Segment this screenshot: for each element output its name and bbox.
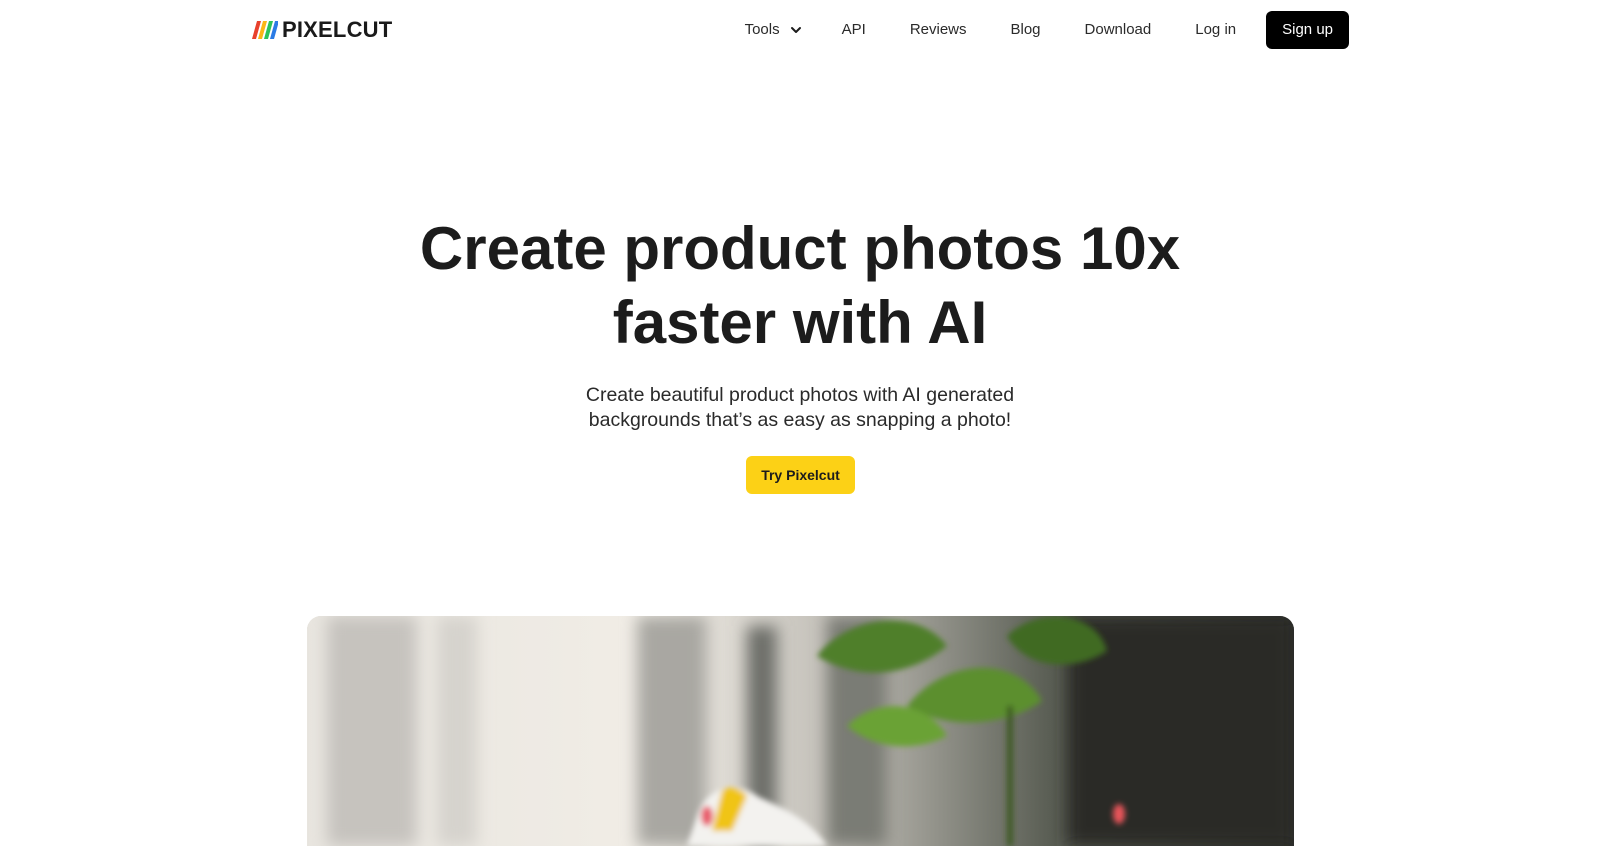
hero-product-video[interactable]: [307, 616, 1294, 846]
pixelcut-logo-icon: [252, 21, 278, 39]
try-pixelcut-button[interactable]: Try Pixelcut: [746, 456, 855, 494]
nav-tools-label: Tools: [744, 21, 780, 38]
nav-reviews-link[interactable]: Reviews: [888, 11, 989, 49]
hero-title-line2: faster with AI: [612, 289, 988, 356]
top-navigation: PIXELCUT Tools API Reviews Blog Download…: [0, 0, 1600, 60]
chevron-down-icon: [790, 27, 801, 33]
hero-title-line1: Create product photos 10x: [419, 215, 1181, 282]
brand-name: PIXELCUT: [282, 17, 393, 42]
hero-subtitle-line1: Create beautiful product photos with AI …: [585, 384, 1015, 406]
product-photo-image: [307, 616, 1294, 846]
brand-logo[interactable]: PIXELCUT: [252, 18, 392, 42]
hero-subtitle: Create beautiful product photos with AI …: [550, 383, 1050, 433]
hero-title: Create product photos 10x faster with AI: [300, 212, 1300, 360]
nav-menu: Tools API Reviews Blog Download Log in S…: [723, 11, 1349, 49]
nav-tools-dropdown[interactable]: Tools: [723, 11, 820, 49]
nav-login-link[interactable]: Log in: [1173, 11, 1258, 49]
nav-blog-link[interactable]: Blog: [989, 11, 1063, 49]
signup-button[interactable]: Sign up: [1266, 11, 1349, 49]
nav-api-link[interactable]: API: [820, 11, 888, 49]
nav-download-link[interactable]: Download: [1063, 11, 1174, 49]
hero-subtitle-line2: backgrounds that’s as easy as snapping a…: [588, 409, 1012, 431]
